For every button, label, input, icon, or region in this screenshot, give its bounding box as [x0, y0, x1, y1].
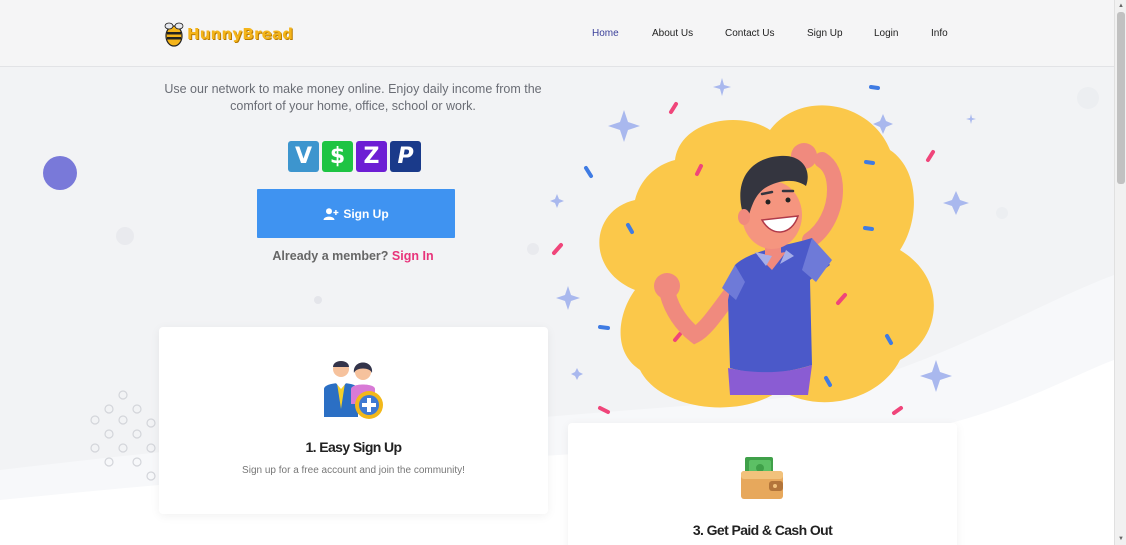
nav-home[interactable]: Home: [592, 28, 619, 39]
decorative-dot: [43, 156, 77, 190]
brand-logo[interactable]: HunnyBread: [164, 20, 293, 48]
wallet-icon: [741, 457, 783, 499]
payment-methods: V $ Z P: [288, 141, 421, 172]
bee-icon: [164, 22, 184, 47]
member-prompt-text: Already a member?: [272, 249, 389, 263]
signin-link[interactable]: Sign In: [392, 249, 434, 263]
hero-illustration: [550, 78, 976, 415]
add-user-icon: [323, 207, 339, 220]
step-title: 3. Get Paid & Cash Out: [692, 522, 833, 538]
scroll-down-arrow[interactable]: ▼: [1117, 535, 1125, 543]
dot-pattern: [90, 390, 156, 481]
scroll-thumb[interactable]: [1117, 12, 1125, 184]
venmo-icon: V: [288, 141, 319, 172]
nav-login[interactable]: Login: [874, 28, 898, 39]
navbar: HunnyBread Home About Us Contact Us Sign…: [0, 0, 1114, 67]
step-card-get-paid: 3. Get Paid & Cash Out: [568, 423, 957, 545]
cash-app-icon: $: [322, 141, 353, 172]
paypal-icon: P: [390, 141, 421, 172]
nav-about-us[interactable]: About Us: [652, 28, 693, 39]
nav-sign-up[interactable]: Sign Up: [807, 28, 843, 39]
nav-info[interactable]: Info: [931, 28, 948, 39]
page-scrollbar[interactable]: ▲ ▼: [1114, 0, 1126, 545]
scroll-up-arrow[interactable]: ▲: [1117, 2, 1125, 10]
nav-contact-us[interactable]: Contact Us: [725, 28, 774, 39]
step-card-sign-up: 1. Easy Sign Up Sign up for a free accou…: [159, 327, 548, 514]
zelle-icon: Z: [356, 141, 387, 172]
step-title: 1. Easy Sign Up: [305, 439, 402, 455]
hero-tagline: Use our network to make money online. En…: [164, 82, 542, 113]
signup-button[interactable]: Sign Up: [257, 189, 455, 238]
step-description: Sign up for a free account and join the …: [242, 465, 465, 476]
brand-name: HunnyBread: [187, 25, 294, 43]
add-user-icon: [324, 361, 383, 419]
member-prompt: Already a member? Sign In: [200, 249, 506, 263]
signup-button-label: Sign Up: [343, 206, 389, 221]
